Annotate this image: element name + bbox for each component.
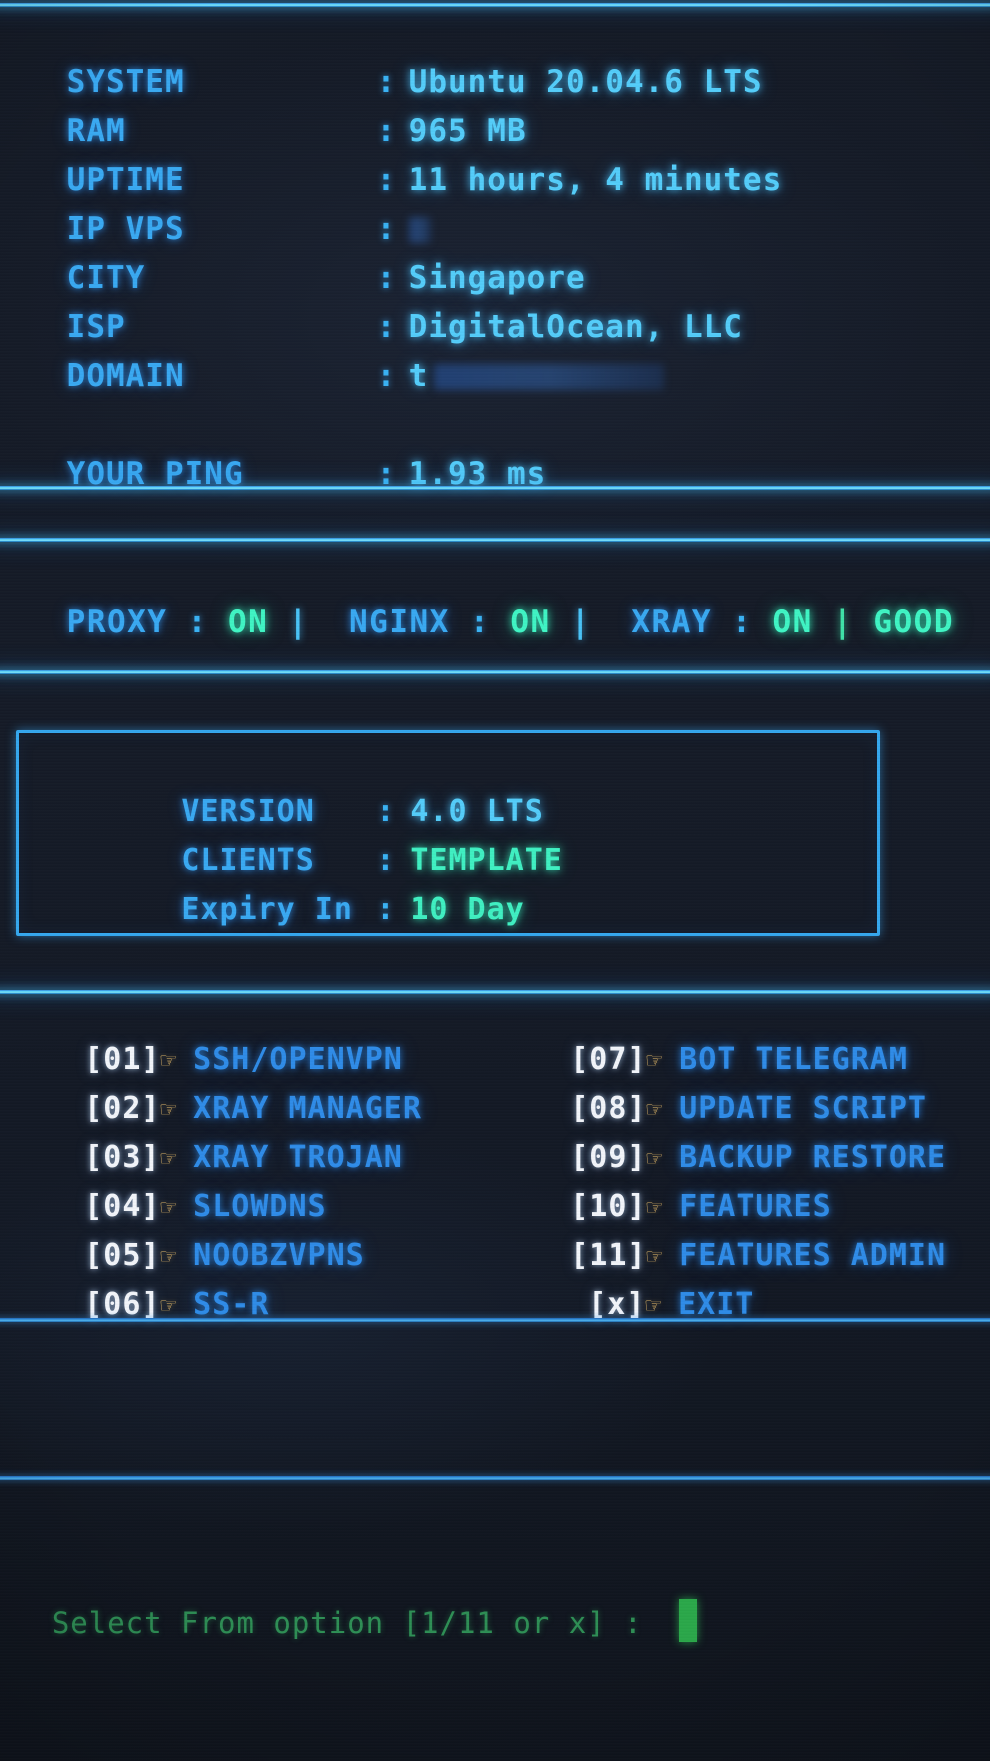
- divider-top: [0, 3, 990, 7]
- divider-after-menu: [0, 1318, 990, 1322]
- divider-before-menu: [0, 990, 990, 994]
- pointing-hand-icon: ☞: [160, 1291, 178, 1321]
- info-value-domain-redacted: [434, 364, 665, 390]
- status-label-proxy: PROXY: [66, 604, 168, 640]
- status-label-xray: XRAY: [631, 604, 712, 640]
- status-value-proxy: ON: [228, 604, 269, 640]
- status-label-nginx: NGINX: [349, 604, 450, 640]
- option-prompt[interactable]: Select From option [1/11 or x] :: [0, 1565, 698, 1676]
- menu-label-06: SS-R: [193, 1287, 270, 1322]
- info-row-domain: DOMAIN: t: [0, 322, 665, 430]
- expiry-value: 10 Day: [410, 892, 525, 927]
- info-colon: :: [376, 358, 397, 394]
- block-cursor: [679, 1599, 698, 1642]
- divider-before-prompt: [0, 1476, 990, 1480]
- status-separator: |: [570, 604, 592, 640]
- divider-after-info: [0, 486, 990, 490]
- info-label-domain: DOMAIN: [66, 358, 185, 394]
- menu-key-exit: [x]: [588, 1287, 646, 1322]
- info-row-ping: YOUR PING:1.93 ms: [0, 420, 546, 528]
- info-value-domain: t: [408, 358, 429, 394]
- status-colon: :: [470, 604, 491, 640]
- status-value-nginx: ON: [510, 604, 551, 640]
- status-colon: :: [187, 604, 208, 640]
- version-row-expiry: Expiry In:10 Day: [67, 857, 525, 962]
- divider-after-status: [0, 670, 990, 674]
- pointing-hand-icon: ☞: [645, 1291, 663, 1321]
- menu-label-exit: EXIT: [678, 1287, 755, 1322]
- expiry-label: Expiry In: [181, 892, 353, 927]
- service-status-row: PROXY : ON | NGINX : ON | XRAY : ON | GO…: [0, 568, 954, 676]
- info-value-uptime: 11 hours, 4 minutes: [408, 162, 783, 198]
- status-value-xray: ON: [772, 604, 813, 640]
- expiry-colon: :: [376, 892, 396, 927]
- divider-before-status: [0, 538, 990, 542]
- status-separator: |: [288, 604, 309, 640]
- menu-key-06: [06]: [84, 1287, 161, 1322]
- option-prompt-text: Select From option [1/11 or x] :: [51, 1606, 643, 1640]
- menu-item-exit[interactable]: [x]☞ EXIT: [512, 1252, 754, 1357]
- version-info-box: VERSION:4.0 LTS CLIENTS: TEMPLATE Expiry …: [16, 730, 880, 936]
- status-colon: :: [732, 604, 753, 640]
- terminal-screen: SYSTEM: Ubuntu 20.04.6 LTS RAM:965 MB UPT…: [0, 0, 990, 1761]
- status-separator: |: [833, 604, 854, 640]
- menu-item-06[interactable]: [06]☞ SS-R: [8, 1252, 269, 1357]
- status-overall: GOOD: [873, 604, 955, 640]
